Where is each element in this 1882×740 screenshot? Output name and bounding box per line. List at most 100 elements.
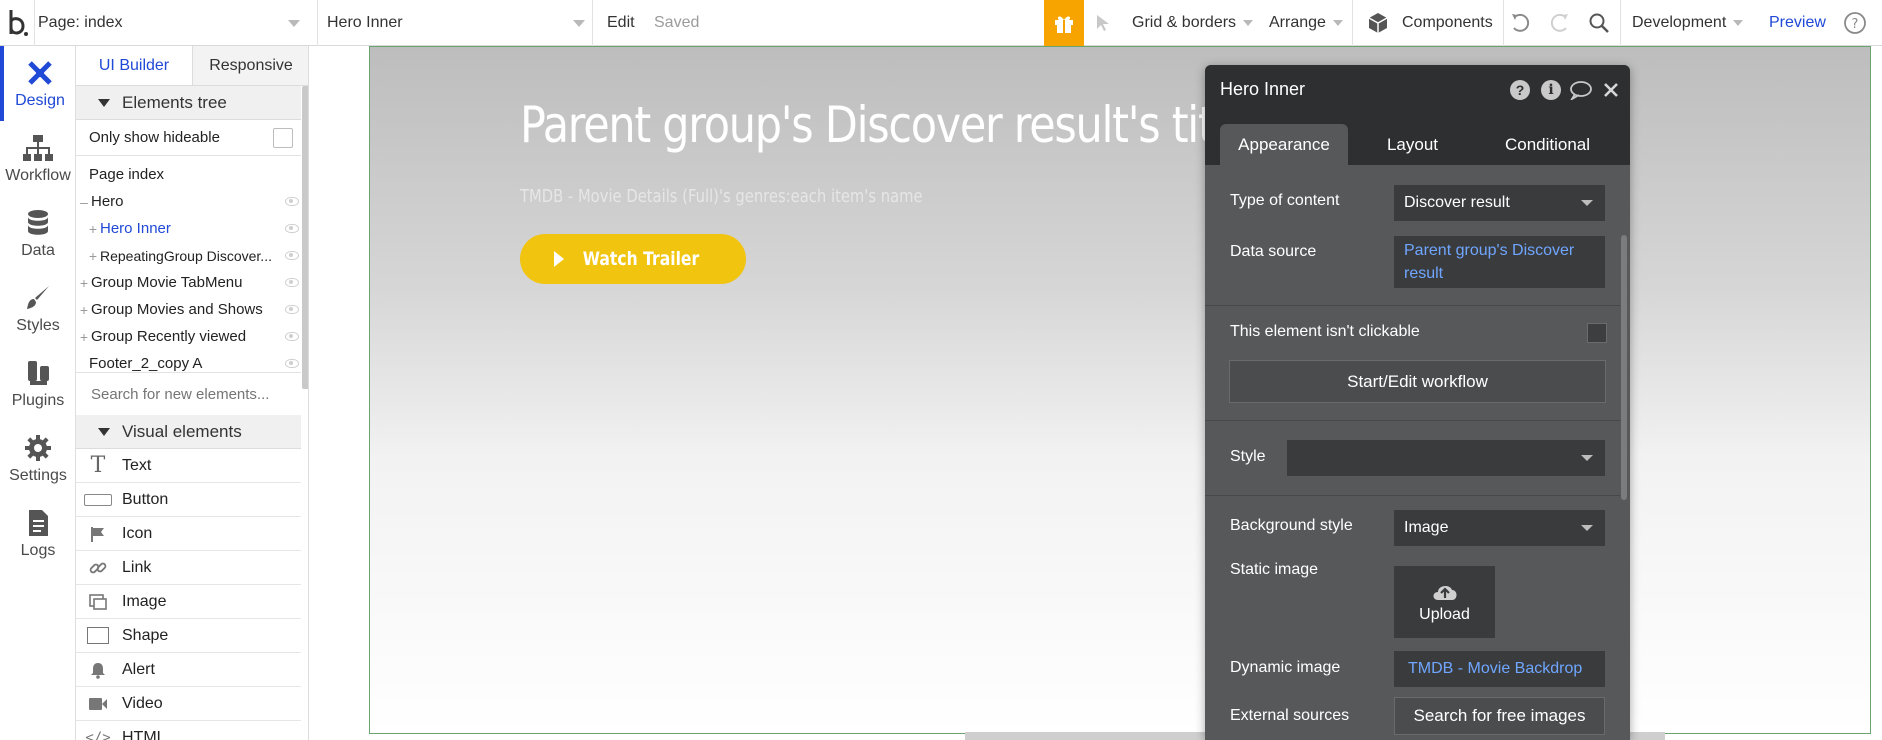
external-sources-label: External sources	[1230, 707, 1350, 724]
eye-icon[interactable]	[285, 251, 299, 260]
tree-item-group-movie-tabmenu[interactable]: + Group Movie TabMenu	[76, 269, 301, 296]
edit-label: Edit	[607, 14, 635, 31]
tree-item-hero-inner[interactable]: + Hero Inner	[76, 215, 301, 242]
eye-icon[interactable]	[285, 332, 299, 341]
nav-settings[interactable]: Settings	[0, 421, 76, 496]
tree-item-label: Group Recently viewed	[91, 328, 247, 345]
visual-element-video[interactable]: Video	[76, 687, 301, 721]
expand-toggle[interactable]: +	[79, 302, 89, 318]
eye-icon[interactable]	[285, 278, 299, 287]
watch-trailer-button[interactable]: Watch Trailer	[520, 234, 746, 284]
not-clickable-label: This element isn't clickable	[1230, 323, 1420, 340]
element-selector[interactable]: Hero Inner	[327, 0, 585, 46]
visual-element-alert[interactable]: Alert	[76, 653, 301, 687]
editor-scrollbar[interactable]	[1621, 235, 1627, 500]
visual-element-label: Image	[122, 592, 167, 610]
tree-item-page-index[interactable]: Page index	[76, 161, 301, 188]
eye-icon[interactable]	[285, 359, 299, 368]
undo-button[interactable]	[1508, 0, 1532, 46]
info-icon[interactable]: i	[1541, 80, 1561, 100]
style-dropdown[interactable]	[1287, 440, 1605, 476]
tree-item-hero[interactable]: – Hero	[76, 188, 301, 215]
hero-subtitle[interactable]: TMDB - Movie Details (Full)'s genres:eac…	[520, 186, 923, 207]
select-tool[interactable]	[1094, 0, 1112, 46]
expand-toggle[interactable]: +	[88, 248, 98, 264]
tree-item-group-movies-and-shows[interactable]: + Group Movies and Shows	[76, 296, 301, 323]
visual-element-link[interactable]: Link	[76, 551, 301, 585]
nav-styles-label: Styles	[16, 316, 60, 334]
visual-element-icon[interactable]: Icon	[76, 517, 301, 551]
visual-elements-header[interactable]: Visual elements	[76, 415, 301, 449]
visual-element-text[interactable]: T Text	[76, 449, 301, 483]
chevron-down-icon	[1581, 200, 1593, 206]
tree-item-label: Page index	[89, 166, 165, 183]
text-icon: T	[90, 453, 106, 478]
elements-tree-header[interactable]: Elements tree	[76, 86, 301, 120]
tab-responsive[interactable]: Responsive	[193, 46, 308, 85]
type-of-content-value: Discover result	[1404, 194, 1510, 211]
preview-link[interactable]: Preview	[1769, 0, 1826, 46]
search-free-images-button[interactable]: Search for free images	[1394, 697, 1605, 735]
canvas-right-gutter	[1871, 46, 1882, 740]
comment-icon[interactable]	[1569, 80, 1593, 100]
components-button[interactable]: Components	[1366, 0, 1493, 46]
type-of-content-dropdown[interactable]: Discover result	[1394, 185, 1605, 221]
eye-icon[interactable]	[285, 305, 299, 314]
gift-button[interactable]	[1044, 0, 1084, 46]
hero-title[interactable]: Parent group's Discover result's title	[520, 96, 1251, 154]
upload-label: Upload	[1419, 606, 1470, 623]
nav-plugins[interactable]: Plugins	[0, 346, 76, 421]
eye-icon[interactable]	[285, 224, 299, 233]
nav-workflow[interactable]: Workflow	[0, 121, 76, 196]
tab-layout[interactable]: Layout	[1350, 124, 1475, 165]
upload-button[interactable]: Upload	[1394, 566, 1495, 638]
collapse-toggle[interactable]: –	[79, 194, 89, 210]
redo-button[interactable]	[1548, 0, 1572, 46]
grid-borders-menu[interactable]: Grid & borders	[1132, 0, 1254, 46]
tree-item-group-recently-viewed[interactable]: + Group Recently viewed	[76, 323, 301, 350]
cloud-upload-icon	[1433, 586, 1456, 600]
tab-appearance[interactable]: Appearance	[1220, 124, 1348, 165]
element-search-input[interactable]	[89, 384, 289, 404]
nav-design[interactable]: Design	[0, 46, 76, 121]
nav-data[interactable]: Data	[0, 196, 76, 271]
visual-element-button[interactable]: Button	[76, 483, 301, 517]
gear-icon	[25, 434, 51, 461]
visual-element-html[interactable]: </> HTML	[76, 721, 301, 740]
search-button[interactable]	[1588, 0, 1610, 46]
gift-icon	[1055, 16, 1073, 33]
arrange-menu[interactable]: Arrange	[1269, 0, 1343, 46]
nav-styles[interactable]: Styles	[0, 271, 76, 346]
close-icon[interactable]	[1603, 82, 1619, 98]
nav-logs[interactable]: Logs	[0, 496, 76, 571]
bubble-logo[interactable]	[4, 0, 30, 46]
dynamic-image-field[interactable]: TMDB - Movie Backdrop	[1394, 651, 1605, 687]
start-edit-workflow-button[interactable]: Start/Edit workflow	[1229, 360, 1606, 403]
palette-scrollbar[interactable]	[302, 86, 308, 389]
help-button[interactable]: ?	[1843, 0, 1867, 46]
tab-conditional[interactable]: Conditional	[1480, 124, 1615, 165]
help-icon: ?	[1844, 12, 1866, 34]
tree-item-repeatinggroup[interactable]: + RepeatingGroup Discover...	[76, 242, 301, 269]
eye-icon[interactable]	[285, 197, 299, 206]
saved-status: Saved	[654, 0, 699, 46]
not-clickable-checkbox[interactable]	[1587, 323, 1607, 343]
help-icon[interactable]: ?	[1510, 80, 1530, 100]
element-search-row	[76, 372, 301, 415]
visual-element-shape[interactable]: Shape	[76, 619, 301, 653]
tree-item-label: Footer_2_copy A	[89, 355, 203, 372]
expand-toggle[interactable]: +	[79, 329, 89, 345]
environment-selector[interactable]: Development	[1632, 0, 1744, 46]
only-show-hideable-checkbox[interactable]	[273, 127, 293, 148]
data-source-field[interactable]: Parent group's Discover result	[1394, 236, 1605, 288]
chevron-down-icon	[1581, 455, 1593, 461]
expand-toggle[interactable]: +	[79, 275, 89, 291]
background-style-dropdown[interactable]: Image	[1394, 510, 1605, 546]
expand-toggle[interactable]: +	[88, 221, 98, 237]
search-free-images-label: Search for free images	[1413, 706, 1586, 725]
page-selector[interactable]: Page: index	[38, 0, 310, 46]
visual-element-image[interactable]: Image	[76, 585, 301, 619]
tab-ui-builder[interactable]: UI Builder	[76, 46, 193, 85]
edit-menu[interactable]: Edit	[607, 0, 635, 46]
editor-header[interactable]: Hero Inner ? i	[1205, 65, 1630, 115]
